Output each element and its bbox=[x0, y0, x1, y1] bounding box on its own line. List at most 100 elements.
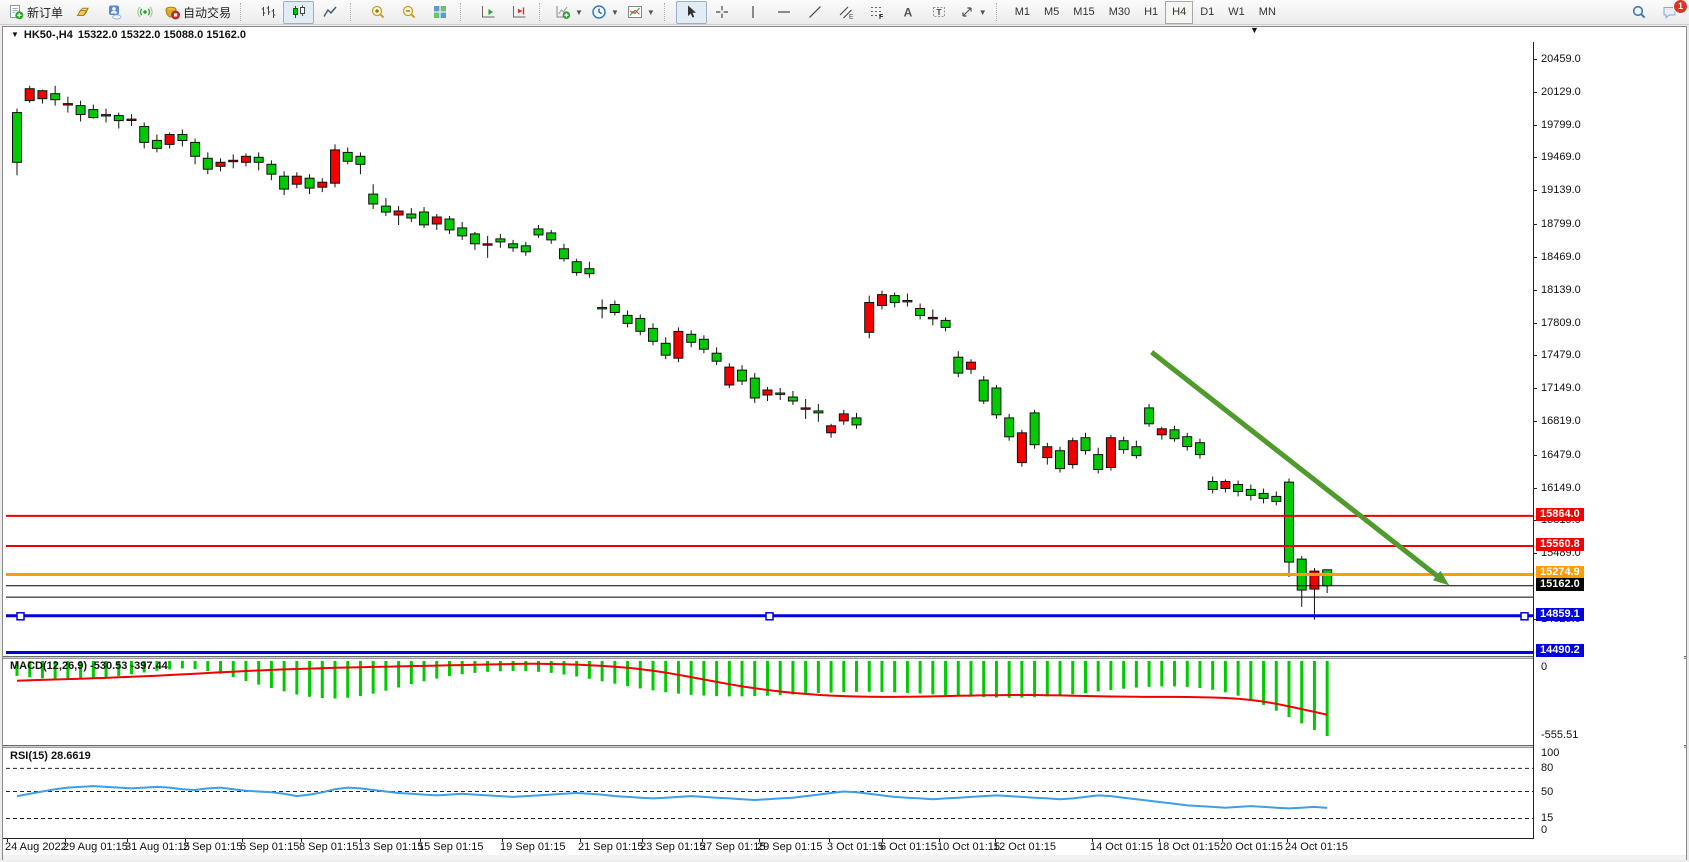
macd-scale-min: -555.51 bbox=[1541, 729, 1578, 741]
time-axis-label: 14 Oct 01:15 bbox=[1090, 841, 1153, 853]
zoom-in-icon bbox=[370, 4, 386, 20]
price-tick-label: 16479.0 bbox=[1541, 449, 1581, 461]
price-tick-label: 18799.0 bbox=[1541, 218, 1581, 230]
price-tick-label: 18139.0 bbox=[1541, 284, 1581, 296]
profiles-button[interactable]: ▼ bbox=[587, 1, 623, 24]
auto-trading-icon bbox=[164, 4, 180, 20]
time-axis-line bbox=[3, 838, 1534, 839]
time-axis-label: 29 Aug 01:15 bbox=[63, 841, 128, 853]
candle-chart-mode-button[interactable] bbox=[283, 1, 314, 24]
chevron-down-icon[interactable]: ▼ bbox=[575, 8, 583, 17]
chart-shift-marker[interactable]: ▼ bbox=[1250, 25, 1259, 35]
chevron-down-icon[interactable]: ▼ bbox=[611, 8, 619, 17]
chevron-down-icon[interactable]: ▼ bbox=[979, 8, 987, 17]
macd-scale-zero: 0 bbox=[1541, 661, 1547, 673]
gold-deposit-button[interactable] bbox=[67, 1, 98, 24]
price-line-label: 14490.2 bbox=[1536, 644, 1584, 657]
community-icon bbox=[106, 4, 122, 20]
rsi-scale-80: 80 bbox=[1541, 762, 1553, 774]
timeframe-MN-button[interactable]: MN bbox=[1252, 1, 1283, 24]
notifications-button[interactable]: 1 bbox=[1654, 1, 1685, 24]
signals-button[interactable] bbox=[129, 1, 160, 24]
search-button[interactable] bbox=[1623, 1, 1654, 24]
arrows-tool-button[interactable]: ▼ bbox=[955, 1, 991, 24]
vertical-line-tool-button[interactable] bbox=[738, 1, 769, 24]
tile-windows-icon bbox=[432, 4, 448, 20]
zoom-out-button[interactable] bbox=[393, 1, 424, 24]
macd-pane[interactable] bbox=[6, 659, 1533, 745]
timeframe-M5-button[interactable]: M5 bbox=[1037, 1, 1066, 24]
text-tool-button[interactable]: A bbox=[893, 1, 924, 24]
window-bottom-strip bbox=[3, 855, 1686, 860]
svg-text:A: A bbox=[904, 6, 913, 20]
timeframe-D1-button[interactable]: D1 bbox=[1193, 1, 1221, 24]
auto-trading-label: 自动交易 bbox=[183, 4, 231, 21]
timeframe-M30-button[interactable]: M30 bbox=[1102, 1, 1137, 24]
gold-deposit-icon bbox=[75, 4, 91, 20]
search-icon bbox=[1631, 4, 1647, 20]
line-chart-mode-button[interactable] bbox=[314, 1, 345, 24]
collapse-icon[interactable]: ▼ bbox=[11, 30, 19, 39]
time-axis-label: 31 Aug 01:15 bbox=[125, 841, 190, 853]
time-axis-label: 23 Sep 01:15 bbox=[640, 841, 705, 853]
new-chart-button[interactable]: ▼ bbox=[551, 1, 587, 24]
time-axis-label: 24 Oct 01:15 bbox=[1285, 841, 1348, 853]
price-tick-label: 20129.0 bbox=[1541, 86, 1581, 98]
time-axis-label: 6 Sep 01:15 bbox=[240, 841, 299, 853]
equidistant-channel-tool-button[interactable]: E bbox=[831, 1, 862, 24]
bar-chart-mode-icon bbox=[260, 4, 276, 20]
price-axis[interactable]: 20459.020129.019799.019469.019139.018799… bbox=[1534, 27, 1684, 838]
trend-line-tool-button[interactable] bbox=[800, 1, 831, 24]
text-label-tool-button[interactable]: T bbox=[924, 1, 955, 24]
price-tick-label: 19139.0 bbox=[1541, 184, 1581, 196]
timeframe-M15-button[interactable]: M15 bbox=[1066, 1, 1101, 24]
chart-shift-button[interactable] bbox=[472, 1, 503, 24]
timeframe-W1-button[interactable]: W1 bbox=[1221, 1, 1252, 24]
zoom-in-button[interactable] bbox=[362, 1, 393, 24]
new-order-label: 新订单 bbox=[27, 4, 63, 21]
new-order-button[interactable]: 新订单 bbox=[4, 1, 67, 24]
timeframe-H4-button[interactable]: H4 bbox=[1165, 1, 1193, 24]
cursor-button[interactable] bbox=[676, 1, 707, 24]
timeframe-H1-button[interactable]: H1 bbox=[1137, 1, 1165, 24]
new-chart-icon bbox=[555, 4, 571, 20]
new-order-icon bbox=[8, 4, 24, 20]
profiles-icon bbox=[591, 4, 607, 20]
price-tick-label: 18469.0 bbox=[1541, 251, 1581, 263]
templates-button[interactable]: ▼ bbox=[623, 1, 659, 24]
toolbar-separator bbox=[240, 3, 248, 21]
community-button[interactable] bbox=[98, 1, 129, 24]
arrows-tool-icon bbox=[959, 4, 975, 20]
price-tick-label: 17149.0 bbox=[1541, 382, 1581, 394]
price-tick-label: 16149.0 bbox=[1541, 482, 1581, 494]
signals-icon bbox=[137, 4, 153, 20]
toolbar-separator bbox=[460, 3, 468, 21]
price-line-label: 15162.0 bbox=[1536, 578, 1584, 591]
main-toolbar: 新订单 自动交易 ▼ ▼ ▼ EFAT ▼ M1M5M15M30H1H4D1W1MN 1 bbox=[0, 0, 1689, 25]
rsi-indicator-label: RSI(15) 28.6619 bbox=[10, 750, 91, 762]
bar-chart-mode-button[interactable] bbox=[252, 1, 283, 24]
tile-windows-button[interactable] bbox=[424, 1, 455, 24]
auto-scroll-button[interactable] bbox=[503, 1, 534, 24]
rsi-scale-100: 100 bbox=[1541, 747, 1559, 759]
line-chart-mode-icon bbox=[322, 4, 338, 20]
toolbar-separator bbox=[996, 3, 1004, 21]
price-tick-label: 20459.0 bbox=[1541, 53, 1581, 65]
price-line-label: 14859.1 bbox=[1536, 608, 1584, 621]
chart-ohlc-values: 15322.0 15322.0 15088.0 15162.0 bbox=[78, 29, 246, 41]
crosshair-button[interactable] bbox=[707, 1, 738, 24]
chevron-down-icon[interactable]: ▼ bbox=[647, 8, 655, 17]
fibonacci-tool-button[interactable]: F bbox=[862, 1, 893, 24]
equidistant-channel-tool-icon: E bbox=[838, 4, 854, 20]
rsi-pane[interactable] bbox=[6, 748, 1533, 838]
time-axis-label: 10 Oct 01:15 bbox=[937, 841, 1000, 853]
price-chart-pane[interactable] bbox=[6, 42, 1533, 656]
timeframe-M1-button[interactable]: M1 bbox=[1008, 1, 1037, 24]
auto-trading-button[interactable]: 自动交易 bbox=[160, 1, 235, 24]
auto-scroll-icon bbox=[511, 4, 527, 20]
trend-line-tool-icon bbox=[807, 4, 823, 20]
time-axis-label: 24 Aug 2022 bbox=[5, 841, 67, 853]
price-axis-border bbox=[1533, 42, 1534, 838]
horizontal-line-tool-button[interactable] bbox=[769, 1, 800, 24]
rsi-scale-0: 0 bbox=[1541, 824, 1547, 836]
